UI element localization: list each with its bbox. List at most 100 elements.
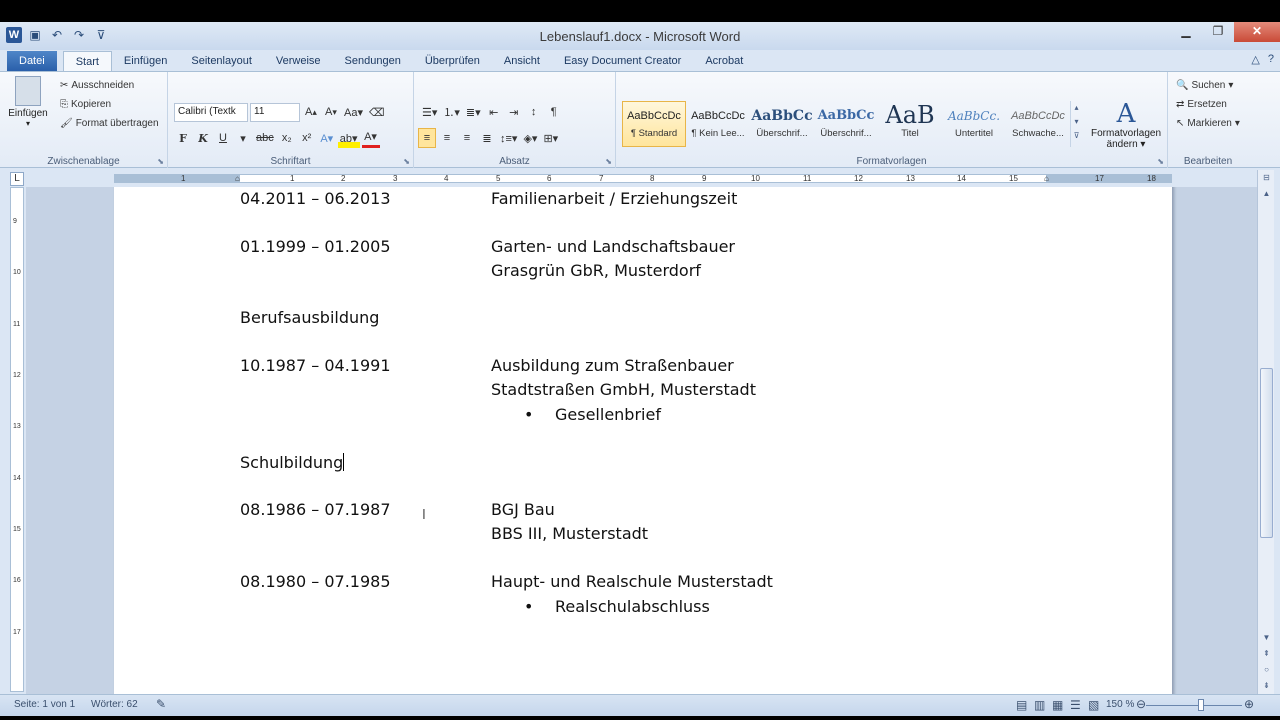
ruler-toggle-icon[interactable]: ⊟ bbox=[1258, 170, 1275, 186]
bullet-item[interactable]: Gesellenbrief bbox=[555, 405, 661, 424]
font-color-icon[interactable]: A▾ bbox=[361, 128, 380, 148]
style-schwache-hervorhebung[interactable]: AaBbCcDc Schwache... bbox=[1006, 101, 1070, 147]
replace-button[interactable]: ⇄ Ersetzen bbox=[1176, 95, 1240, 114]
select-button[interactable]: ↖ Markieren ▾ bbox=[1176, 114, 1240, 133]
show-formatting-icon[interactable]: ¶ bbox=[545, 102, 563, 122]
date-range[interactable]: 04.2011 – 06.2013 bbox=[240, 189, 391, 208]
minimize-button[interactable]: ▁ bbox=[1170, 22, 1202, 42]
zoom-slider-thumb[interactable] bbox=[1198, 699, 1204, 711]
date-range[interactable]: 01.1999 – 01.2005 bbox=[240, 237, 391, 256]
zoom-level[interactable]: 150 % bbox=[1106, 699, 1134, 710]
section-heading[interactable]: Schulbildung bbox=[240, 453, 345, 472]
sort-icon[interactable]: ↕ bbox=[525, 102, 543, 122]
cut-button[interactable]: ✂ Ausschneiden bbox=[60, 76, 159, 95]
horizontal-ruler[interactable]: L 1 ⌂ 1 2 3 4 5 6 7 8 9 10 11 12 13 14 1… bbox=[0, 169, 1280, 187]
zoom-out-icon[interactable]: ⊖ bbox=[1136, 697, 1146, 711]
paste-button[interactable]: Einfügen ▾ bbox=[8, 76, 48, 128]
entry-detail[interactable]: BBS III, Musterstadt bbox=[491, 524, 648, 543]
italic-button[interactable]: K bbox=[194, 128, 212, 148]
draft-icon[interactable]: ▧ bbox=[1088, 698, 1099, 712]
full-screen-reading-icon[interactable]: ▥ bbox=[1034, 698, 1045, 712]
entry-title[interactable]: Ausbildung zum Straßenbauer bbox=[491, 356, 734, 375]
align-center-icon[interactable]: ≡ bbox=[438, 128, 456, 148]
underline-button[interactable]: U bbox=[214, 128, 232, 148]
font-size-combo[interactable]: 11 bbox=[250, 102, 300, 122]
word-count[interactable]: Wörter: 62 bbox=[91, 699, 138, 710]
tab-verweise[interactable]: Verweise bbox=[264, 51, 333, 71]
tab-ueberpruefen[interactable]: Überprüfen bbox=[413, 51, 492, 71]
outline-icon[interactable]: ☰ bbox=[1070, 698, 1081, 712]
zoom-slider[interactable] bbox=[1146, 705, 1242, 706]
scroll-thumb[interactable] bbox=[1260, 368, 1273, 538]
increase-indent-icon[interactable]: ⇥ bbox=[505, 102, 523, 122]
scroll-down-icon[interactable]: ▼ bbox=[1258, 630, 1275, 646]
date-range[interactable]: 10.1987 – 04.1991 bbox=[240, 356, 391, 375]
style-untertitel[interactable]: AaBbCc. Untertitel bbox=[942, 101, 1006, 147]
proofing-icon[interactable]: ✎ bbox=[156, 697, 166, 711]
line-spacing-icon[interactable]: ↕≡▾ bbox=[498, 128, 519, 148]
font-name-combo[interactable]: Calibri (Textk bbox=[174, 102, 248, 122]
copy-button[interactable]: ⎘ Kopieren bbox=[60, 95, 159, 114]
style-ueberschrift-2[interactable]: AaBbCc Überschrif... bbox=[814, 101, 878, 147]
tab-selector-icon[interactable]: L bbox=[10, 172, 24, 186]
change-case-icon[interactable]: Aa▾ bbox=[342, 102, 365, 122]
borders-icon[interactable]: ⊞▾ bbox=[541, 128, 560, 148]
tab-acrobat[interactable]: Acrobat bbox=[693, 51, 755, 71]
date-range[interactable]: 08.1980 – 07.1985 bbox=[240, 572, 391, 591]
justify-icon[interactable]: ≣ bbox=[478, 128, 496, 148]
entry-title[interactable]: Garten- und Landschaftsbauer bbox=[491, 237, 735, 256]
page-count[interactable]: Seite: 1 von 1 bbox=[14, 699, 75, 710]
clear-format-icon[interactable]: ⌫ bbox=[367, 102, 387, 122]
numbering-icon[interactable]: ⒈▾ bbox=[441, 102, 462, 122]
tab-ansicht[interactable]: Ansicht bbox=[492, 51, 552, 71]
help-icon[interactable]: ? bbox=[1268, 53, 1274, 66]
decrease-indent-icon[interactable]: ⇤ bbox=[485, 102, 503, 122]
superscript-icon[interactable]: x² bbox=[298, 128, 316, 148]
tab-einfuegen[interactable]: Einfügen bbox=[112, 51, 179, 71]
multilevel-list-icon[interactable]: ≣▾ bbox=[464, 102, 483, 122]
text-effects-icon[interactable]: A▾ bbox=[318, 128, 336, 148]
vertical-scrollbar[interactable]: ⊟ ▲ ▼ ⇞ ○ ⇟ bbox=[1257, 170, 1274, 694]
entry-detail[interactable]: Grasgrün GbR, Musterdorf bbox=[491, 261, 701, 280]
grow-font-icon[interactable]: A ▴ bbox=[302, 102, 320, 122]
subscript-icon[interactable]: x₂ bbox=[278, 128, 296, 148]
vertical-ruler[interactable]: 9 10 11 12 13 14 15 16 17 bbox=[10, 187, 24, 692]
section-heading[interactable]: Berufsausbildung bbox=[240, 308, 379, 327]
entry-detail[interactable]: Stadtstraßen GmbH, Musterstadt bbox=[491, 380, 756, 399]
entry-title[interactable]: Haupt- und Realschule Musterstadt bbox=[491, 572, 773, 591]
change-styles-button[interactable]: A Formatvorlagen ändern ▾ bbox=[1088, 100, 1164, 150]
style-kein-leerraum[interactable]: AaBbCcDc ¶ Kein Lee... bbox=[686, 101, 750, 147]
styles-scroll-icon[interactable]: ▴ ▾ ⊽ bbox=[1070, 101, 1082, 147]
clipboard-launcher-icon[interactable]: ⬊ bbox=[157, 157, 164, 166]
tab-datei[interactable]: Datei bbox=[7, 51, 57, 71]
bold-button[interactable]: F bbox=[174, 128, 192, 148]
find-button[interactable]: 🔍 Suchen ▾ bbox=[1176, 76, 1240, 95]
highlight-icon[interactable]: ab▾ bbox=[337, 128, 360, 148]
date-range[interactable]: 08.1986 – 07.1987 bbox=[240, 500, 391, 519]
web-layout-icon[interactable]: ▦ bbox=[1052, 698, 1063, 712]
tab-start[interactable]: Start bbox=[62, 51, 112, 71]
styles-launcher-icon[interactable]: ⬊ bbox=[1157, 157, 1164, 166]
entry-title[interactable]: BGJ Bau bbox=[491, 500, 555, 519]
bullets-icon[interactable]: ☰▾ bbox=[420, 102, 439, 122]
format-painter-button[interactable]: 🖌 Format übertragen bbox=[60, 114, 159, 133]
close-button[interactable]: ✕ bbox=[1234, 22, 1280, 42]
style-standard[interactable]: AaBbCcDc ¶ Standard bbox=[622, 101, 686, 147]
style-ueberschrift-1[interactable]: AaBbCc Überschrif... bbox=[750, 101, 814, 147]
scroll-up-icon[interactable]: ▲ bbox=[1258, 186, 1275, 202]
browse-object-icon[interactable]: ○ bbox=[1258, 662, 1275, 678]
shading-icon[interactable]: ◈▾ bbox=[521, 128, 539, 148]
tab-easy-document-creator[interactable]: Easy Document Creator bbox=[552, 51, 693, 71]
maximize-button[interactable]: ❐ bbox=[1202, 22, 1234, 42]
bullet-item[interactable]: Realschulabschluss bbox=[555, 597, 710, 616]
shrink-font-icon[interactable]: A ▾ bbox=[322, 102, 340, 122]
minimize-ribbon-icon[interactable]: △ bbox=[1251, 53, 1259, 66]
zoom-in-icon[interactable]: ⊕ bbox=[1244, 697, 1254, 711]
align-left-icon[interactable]: ≡ bbox=[418, 128, 436, 148]
align-right-icon[interactable]: ≡ bbox=[458, 128, 476, 148]
next-page-icon[interactable]: ⇟ bbox=[1258, 678, 1275, 694]
strikethrough-icon[interactable]: abc bbox=[254, 128, 276, 148]
tab-seitenlayout[interactable]: Seitenlayout bbox=[179, 51, 264, 71]
style-titel[interactable]: AaB Titel bbox=[878, 101, 942, 147]
print-layout-icon[interactable]: ▤ bbox=[1016, 698, 1027, 712]
